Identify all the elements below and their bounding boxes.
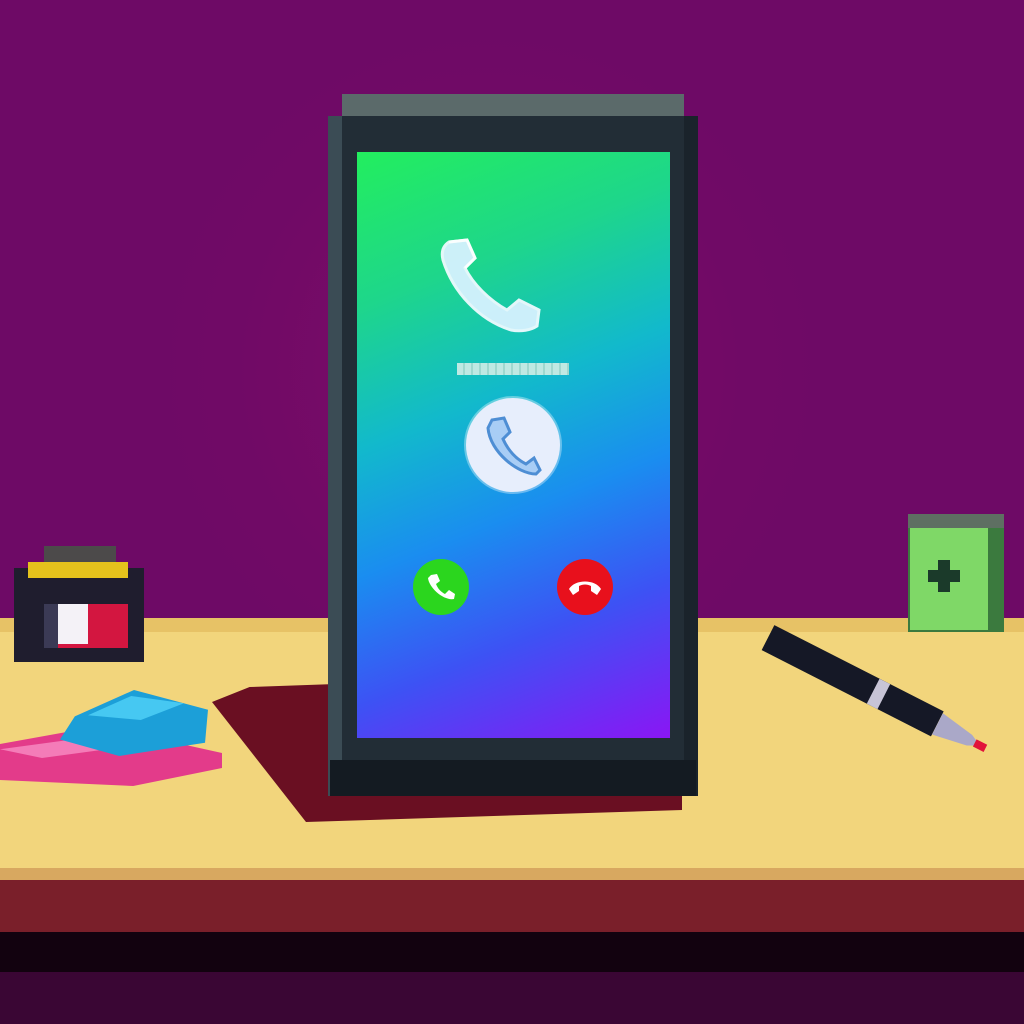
phone-bottom-bezel xyxy=(330,760,696,796)
phone-icon xyxy=(486,416,542,476)
answer-call-button[interactable] xyxy=(413,559,469,615)
camera-lens-highlight xyxy=(58,604,88,644)
first-aid-box-top xyxy=(908,514,1004,528)
incoming-call-screen xyxy=(357,152,670,738)
phone-top-cap xyxy=(342,94,684,118)
decline-call-button[interactable] xyxy=(557,559,613,615)
pixel-art-scene xyxy=(0,0,1024,1024)
floor xyxy=(0,972,1024,1024)
camera-strip xyxy=(28,562,128,578)
phone-hangup-icon xyxy=(569,581,601,595)
pen-point xyxy=(972,739,988,752)
desk-front xyxy=(0,880,1024,934)
phone-handset-icon xyxy=(440,238,541,333)
pen-tip xyxy=(932,713,986,756)
caller-avatar xyxy=(466,398,560,492)
plus-icon xyxy=(928,560,960,592)
desk-underside xyxy=(0,932,1024,972)
caller-name xyxy=(457,363,569,375)
camera-lens-shadow xyxy=(44,604,58,648)
phone-answer-icon xyxy=(428,574,455,600)
